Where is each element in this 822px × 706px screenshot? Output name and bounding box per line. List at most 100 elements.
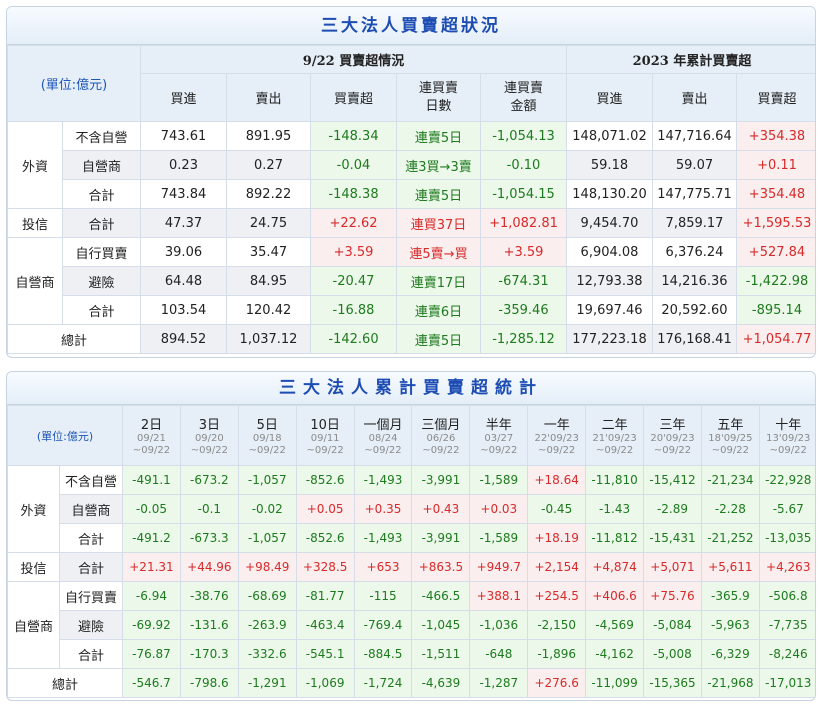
- period-from: 21'09/23: [592, 433, 637, 444]
- cat-trust: 投信: [7, 552, 60, 582]
- daily-trading-table: (單位:億元) 9/22 買賣超情況 2023 年累計買賣超 買進 賣出 買賣超…: [7, 45, 815, 354]
- year-net-value: +1,595.53: [736, 208, 815, 238]
- period-value: -76.87: [122, 639, 181, 669]
- period-label: 3日: [198, 418, 220, 433]
- period-value: +254.5: [527, 581, 587, 611]
- total-value: -798.6: [179, 668, 239, 698]
- year-net-value: +354.38: [736, 121, 815, 151]
- total-year-sell: 176,168.41: [652, 324, 737, 354]
- period-label: 二年: [601, 418, 628, 433]
- year-sell-value: 20,592.60: [652, 295, 737, 325]
- year-buy-value: 148,071.02: [566, 121, 653, 151]
- daily-row: 投信 合計 47.37 24.75 +22.62 連買37日 +1,082.81 9,454.…: [7, 208, 815, 238]
- period-value: +406.6: [585, 581, 645, 611]
- year-net-value: +354.48: [736, 179, 815, 209]
- period-value: +949.7: [469, 552, 529, 582]
- cat-dealer: 自營商: [7, 581, 60, 669]
- daily-total-row: 總計 894.52 1,037.12 -142.60 連賣5日 -1,285.12 177,…: [7, 324, 815, 354]
- cumulative-row: 合計 -76.87 -170.3 -332.6 -545.1 -884.5 -1,511 -6…: [8, 639, 815, 669]
- period-value: +0.03: [469, 494, 529, 524]
- period-value: -68.69: [237, 581, 297, 611]
- period-header: 一年 22'09/23 ~09/22: [527, 405, 587, 466]
- net-value: -148.34: [310, 121, 397, 151]
- period-value: -5,008: [643, 639, 702, 669]
- col-sell: 賣出: [226, 73, 311, 122]
- row-label: 合計: [62, 295, 141, 325]
- period-value: -1,036: [469, 610, 529, 640]
- row-label: 自營商: [62, 150, 141, 180]
- total-year-net: +1,054.77: [736, 324, 815, 354]
- period-value: +388.1: [469, 581, 529, 611]
- period-value: +44.96: [179, 552, 239, 582]
- period-label: 十年: [775, 418, 802, 433]
- period-to: ~09/22: [422, 445, 460, 456]
- period-label: 三年: [659, 418, 686, 433]
- period-label: 2日: [140, 418, 163, 433]
- period-value: -491.2: [122, 523, 181, 553]
- period-to: ~09/22: [248, 445, 286, 456]
- sell-value: 891.95: [226, 121, 311, 151]
- year-group-header: 2023 年累計買賣超: [566, 45, 815, 74]
- period-value: +4,874: [585, 552, 645, 582]
- sell-value: 84.95: [226, 266, 311, 296]
- streak-amount: +1,082.81: [480, 208, 567, 238]
- total-value: -1,724: [353, 668, 413, 698]
- period-from: 08/24: [368, 433, 398, 444]
- period-value: +0.05: [295, 494, 355, 524]
- period-from: 13'09/23: [766, 433, 811, 444]
- date-group-header: 9/22 買賣超情況: [140, 45, 567, 74]
- period-value: -4,162: [585, 639, 645, 669]
- buy-value: 64.48: [140, 266, 227, 296]
- period-label: 5日: [256, 418, 278, 433]
- period-header: 3日 09/20 ~09/22: [179, 405, 239, 466]
- period-value: -3,991: [411, 465, 471, 495]
- year-sell-value: 6,376.24: [652, 237, 737, 267]
- period-to: ~09/22: [595, 445, 634, 456]
- cumulative-row: 避險 -69.92 -131.6 -263.9 -463.4 -769.4 -1,045 -1…: [8, 610, 815, 640]
- net-value: -148.38: [310, 179, 397, 209]
- period-header: 一個月 08/24 ~09/22: [353, 405, 413, 466]
- daily-row: 合計 743.84 892.22 -148.38 連賣5日 -1,054.15 148,13…: [8, 179, 815, 209]
- period-to: ~09/22: [190, 445, 228, 456]
- period-value: -38.76: [179, 581, 239, 611]
- period-label: 半年: [485, 418, 512, 433]
- period-value: -0.02: [237, 494, 297, 524]
- streak-days: 連賣17日: [396, 266, 481, 296]
- row-label: 合計: [58, 523, 124, 553]
- year-sell-value: 14,216.36: [652, 266, 737, 296]
- col-streak-amount: 連買賣 金額: [480, 73, 567, 122]
- daily-trading-panel: 三大法人買賣超狀況 (單位:億元) 9/22 買賣超情況 2023 年累計買賣超…: [6, 6, 816, 358]
- streak-amount: +3.59: [480, 237, 567, 267]
- daily-row: 合計 103.54 120.42 -16.88 連賣6日 -359.46 19,697.46…: [8, 295, 815, 325]
- period-value: +5,611: [700, 552, 760, 582]
- period-value: -263.9: [237, 610, 297, 640]
- period-value: -0.05: [122, 494, 181, 524]
- total-value: -4,639: [411, 668, 471, 698]
- streak-amount: -674.31: [480, 266, 567, 296]
- year-buy-value: 59.18: [566, 150, 653, 180]
- year-sell-value: 147,716.64: [652, 121, 737, 151]
- streak-amount: -0.10: [480, 150, 567, 180]
- total-value: -1,069: [295, 668, 355, 698]
- period-value: -8,246: [758, 639, 815, 669]
- row-label: 合計: [58, 552, 124, 582]
- period-value: -6.94: [122, 581, 181, 611]
- period-value: -852.6: [295, 523, 355, 553]
- cumulative-panel-title: 三大法人累計買賣超統計: [7, 372, 815, 405]
- period-value: -673.3: [179, 523, 239, 553]
- total-value: -546.7: [122, 668, 181, 698]
- sell-value: 0.27: [226, 150, 311, 180]
- streak-amount: -1,054.13: [480, 121, 567, 151]
- cumulative-row: 投信 合計 +21.31 +44.96 +98.49 +328.5 +653 +863.5 +9…: [7, 552, 815, 582]
- period-to: ~09/22: [769, 445, 807, 456]
- year-sell-value: 59.07: [652, 150, 737, 180]
- period-value: -1,589: [469, 523, 529, 553]
- period-header: 5日 09/18 ~09/22: [237, 405, 297, 466]
- period-value: -1,045: [411, 610, 471, 640]
- period-value: -884.5: [353, 639, 413, 669]
- period-to: ~09/22: [711, 445, 749, 456]
- period-value: -7,735: [758, 610, 815, 640]
- period-label: 一個月: [363, 418, 403, 433]
- col-net: 買賣超: [310, 73, 397, 122]
- year-buy-value: 9,454.70: [566, 208, 653, 238]
